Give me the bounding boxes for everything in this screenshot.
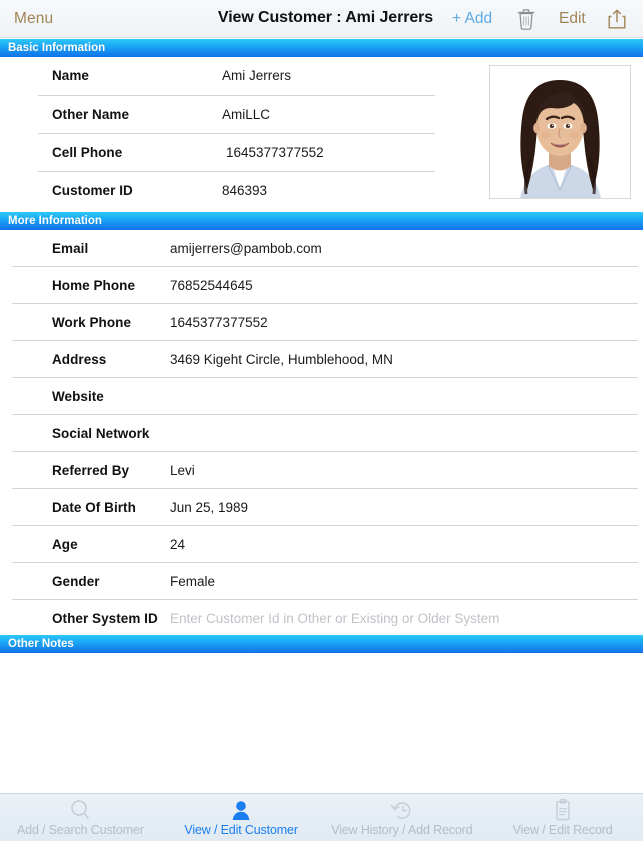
tab-label: View / Edit Customer <box>184 823 298 837</box>
row-label: Cell Phone <box>52 145 123 160</box>
row-value: 76852544645 <box>170 278 253 293</box>
trash-icon[interactable] <box>513 6 539 32</box>
tab-label: Add / Search Customer <box>16 823 144 837</box>
table-row[interactable]: Other System ID Enter Customer Id in Oth… <box>0 600 643 638</box>
row-value: 3469 Kigeht Circle, Humblehood, MN <box>170 352 393 367</box>
row-label: Other Name <box>52 107 130 122</box>
row-label: Age <box>52 537 78 552</box>
row-value: AmiLLC <box>222 107 271 122</box>
row-label: Social Network <box>52 426 150 441</box>
tab-view-history-add-record[interactable]: View History / Add Record <box>322 794 483 841</box>
add-button[interactable]: + Add <box>452 10 492 28</box>
row-value: 846393 <box>222 183 268 198</box>
clipboard-icon <box>549 798 577 822</box>
row-label: Address <box>52 352 107 367</box>
tab-view-edit-customer[interactable]: View / Edit Customer <box>161 794 322 841</box>
row-value: 24 <box>170 537 186 552</box>
row-value: Levi <box>170 463 195 478</box>
other-notes-area[interactable] <box>0 653 643 793</box>
row-label: Website <box>52 389 104 404</box>
table-row[interactable]: Gender Female <box>0 563 643 601</box>
row-value: Jun 25, 1989 <box>170 500 249 515</box>
row-label: Home Phone <box>52 278 136 293</box>
table-row[interactable]: Referred By Levi <box>0 452 643 490</box>
table-row[interactable]: Address 3469 Kigeht Circle, Humblehood, … <box>0 341 643 379</box>
section-header-other-notes: Other Notes <box>0 635 643 653</box>
history-clock-icon <box>388 798 416 822</box>
table-row[interactable]: Email amijerrers@pambob.com <box>0 230 643 268</box>
page-title: View Customer : Ami Jerrers <box>217 9 434 26</box>
row-label: Gender <box>52 574 100 589</box>
person-icon <box>227 798 255 822</box>
table-row[interactable]: Social Network <box>0 415 643 453</box>
table-row[interactable]: Age 24 <box>0 526 643 564</box>
row-value: amijerrers@pambob.com <box>170 241 322 256</box>
tab-add-search-customer[interactable]: Add / Search Customer <box>0 794 161 841</box>
customer-photo[interactable] <box>489 65 631 199</box>
tab-label: View / Edit Record <box>512 823 613 837</box>
other-system-id-input[interactable]: Enter Customer Id in Other or Existing o… <box>170 611 499 626</box>
avatar <box>490 66 630 198</box>
search-icon <box>66 798 94 822</box>
tab-label: View History / Add Record <box>331 823 473 837</box>
row-label: Email <box>52 241 89 256</box>
table-row[interactable]: Work Phone 1645377377552 <box>0 304 643 342</box>
table-row[interactable]: Website <box>0 378 643 416</box>
section-header-more-information: More Information <box>0 212 643 230</box>
table-row[interactable]: Date Of Birth Jun 25, 1989 <box>0 489 643 527</box>
row-label: Work Phone <box>52 315 132 330</box>
row-label: Customer ID <box>52 183 133 198</box>
row-value: Female <box>170 574 216 589</box>
bottom-tab-bar: Add / Search Customer View / Edit Custom… <box>0 793 643 841</box>
row-label: Name <box>52 68 89 83</box>
table-row[interactable]: Home Phone 76852544645 <box>0 267 643 305</box>
row-value: 1645377377552 <box>226 145 324 160</box>
row-label: Date Of Birth <box>52 500 136 515</box>
section-header-basic-information: Basic Information <box>0 39 643 57</box>
row-value: Ami Jerrers <box>222 68 292 83</box>
row-label: Referred By <box>52 463 130 478</box>
row-label: Other System ID <box>52 611 158 626</box>
edit-button[interactable]: Edit <box>559 10 586 28</box>
row-value: 1645377377552 <box>170 315 268 330</box>
tab-view-edit-record[interactable]: View / Edit Record <box>482 794 643 841</box>
share-icon[interactable] <box>604 6 630 32</box>
top-navigation-bar: Menu View Customer : Ami Jerrers + Add E… <box>0 0 643 38</box>
